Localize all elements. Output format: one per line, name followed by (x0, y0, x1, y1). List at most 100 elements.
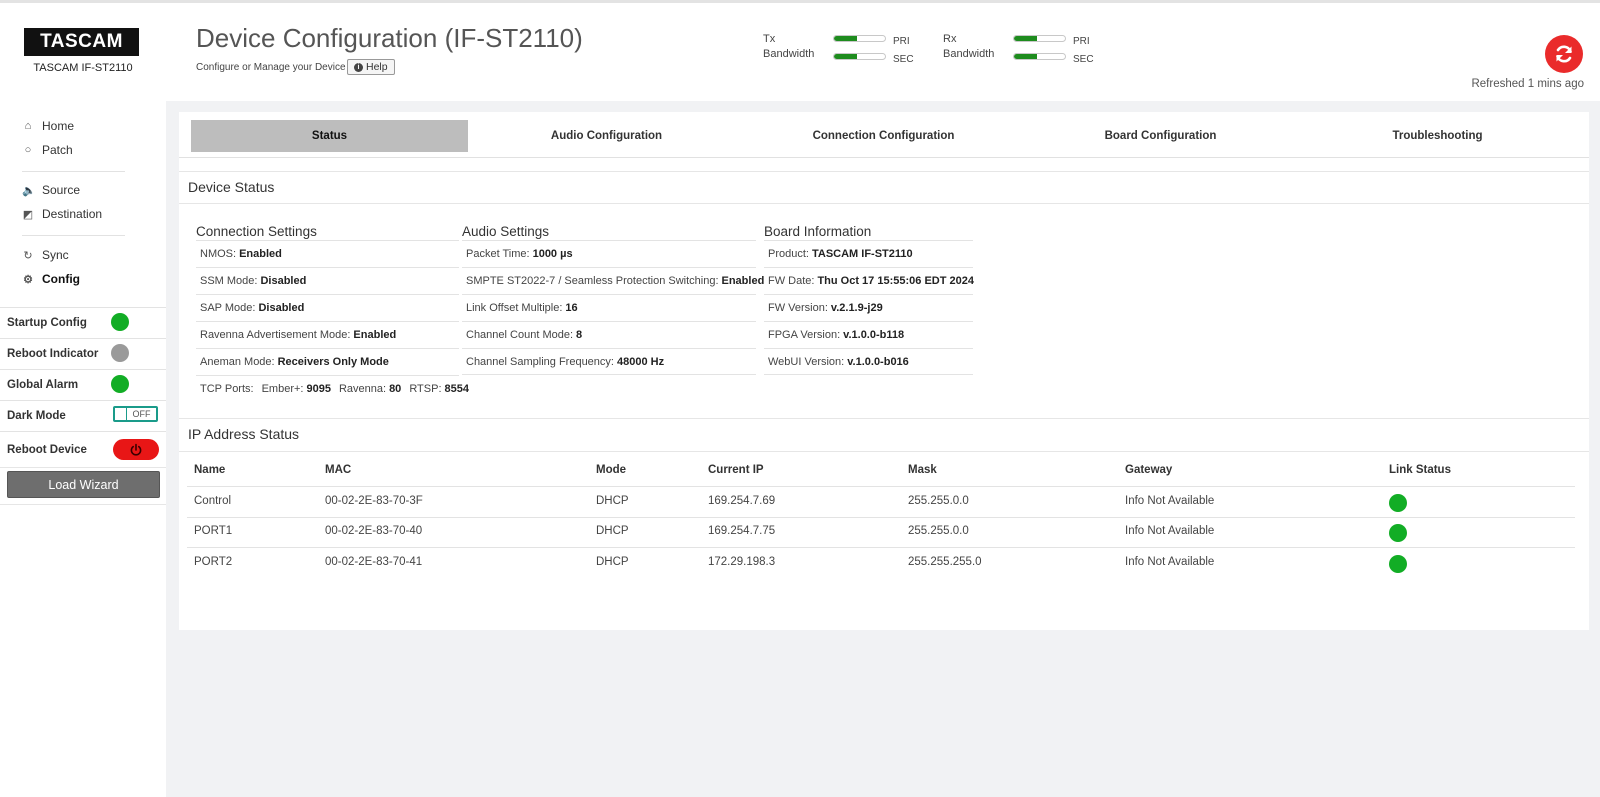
sidebar-divider (0, 504, 166, 505)
tx-label: Tx (763, 33, 776, 45)
smpte-label: SMPTE ST2022-7 / Seamless Protection Swi… (466, 275, 719, 287)
rx-bandwidth-label: Rx Bandwidth (943, 32, 994, 62)
sampling-frequency-setting: Channel Sampling Frequency: 48000 Hz (462, 348, 756, 375)
link-status-indicator (1389, 524, 1407, 542)
column-header-current-ip: Current IP (708, 464, 764, 476)
power-icon (130, 443, 142, 456)
column-header-gateway: Gateway (1125, 464, 1173, 476)
sap-label: SAP Mode: (200, 302, 256, 314)
cell-gateway: Info Not Available (1125, 525, 1215, 537)
gears-icon: ⚙ (23, 273, 33, 286)
smpte-setting: SMPTE ST2022-7 / Seamless Protection Swi… (462, 267, 764, 294)
connection-settings-title: Connection Settings (196, 224, 317, 239)
cell-current-ip: 169.254.7.75 (708, 525, 776, 537)
count-label: Channel Count Mode: (466, 329, 574, 341)
tab-status[interactable]: Status (191, 120, 468, 152)
tcp-ports-setting: TCP Ports: Ember+: 9095 Ravenna: 80 RTSP: 8… (196, 375, 469, 402)
sidebar-item-label: Sync (42, 248, 69, 262)
cell-mode: DHCP (596, 525, 629, 537)
ssm-value: Disabled (260, 275, 307, 287)
tx-pri-label: PRI (893, 36, 910, 47)
cell-name: PORT2 (194, 556, 233, 568)
tab-connection-configuration[interactable]: Connection Configuration (745, 120, 1022, 152)
ravenna-value: Enabled (353, 329, 397, 341)
packet-value: 1000 µs (532, 248, 573, 260)
ember-label: Ember+: (261, 383, 304, 395)
patch-icon: ○ (24, 144, 32, 156)
section-divider (179, 203, 1589, 204)
toggle-knob (115, 408, 127, 420)
sync-icon: ↻ (23, 249, 33, 262)
ssm-label: SSM Mode: (200, 275, 258, 287)
tab-troubleshooting[interactable]: Troubleshooting (1299, 120, 1576, 152)
ravenna-label: Ravenna Advertisement Mode: (200, 329, 351, 341)
refresh-button[interactable] (1545, 35, 1583, 73)
load-wizard-button[interactable]: Load Wizard (7, 471, 160, 498)
fw-date-info: FW Date: Thu Oct 17 15:55:06 EDT 2024 (764, 267, 974, 294)
column-header-link-status: Link Status (1389, 464, 1451, 476)
ravenna-port-label: Ravenna: (338, 383, 387, 395)
cell-mac: 00-02-2E-83-70-41 (325, 556, 423, 568)
cell-mask: 255.255.255.0 (908, 556, 982, 568)
sidebar-item-label: Config (42, 272, 80, 286)
sap-setting: SAP Mode: Disabled (196, 294, 459, 321)
sidebar-item-label: Home (42, 119, 75, 133)
dark-mode-label: Dark Mode (7, 410, 66, 422)
reboot-device-button[interactable] (113, 439, 159, 460)
reboot-indicator-row: Reboot Indicator (0, 338, 166, 369)
ravenna-setting: Ravenna Advertisement Mode: Enabled (196, 321, 459, 348)
channel-count-setting: Channel Count Mode: 8 (462, 321, 756, 348)
webui-value: v.1.0.0-b016 (847, 355, 909, 368)
sidebar-item-patch[interactable]: ○ Patch (22, 140, 73, 160)
cell-mac: 00-02-2E-83-70-40 (325, 525, 423, 537)
rx-label: Rx (943, 33, 957, 45)
rx-sec-bar (1013, 53, 1066, 60)
dark-mode-toggle[interactable]: OFF (113, 406, 158, 422)
refresh-icon (1556, 45, 1572, 63)
sidebar-item-destination[interactable]: ◩ Destination (22, 204, 102, 224)
aneman-setting: Aneman Mode: Receivers Only Mode (196, 348, 459, 375)
column-header-mode: Mode (596, 464, 627, 476)
fw-version-info: FW Version: v.2.1.9-j29 (764, 294, 973, 321)
ssm-setting: SSM Mode: Disabled (196, 267, 459, 294)
sap-value: Disabled (258, 302, 305, 314)
tab-audio-configuration[interactable]: Audio Configuration (468, 120, 745, 152)
link-offset-setting: Link Offset Multiple: 16 (462, 294, 756, 321)
help-button[interactable]: i Help (347, 59, 395, 75)
product-label: Product: (768, 248, 809, 260)
sidebar-item-source[interactable]: 🔈 Source (22, 180, 80, 200)
device-status-title: Device Status (188, 179, 275, 195)
audio-settings-title: Audio Settings (462, 224, 550, 239)
section-divider (179, 171, 1589, 172)
ember-value: 9095 (306, 383, 331, 395)
startup-config-label: Startup Config (7, 317, 87, 329)
column-header-mask: Mask (908, 464, 937, 476)
global-alarm-indicator (111, 375, 129, 393)
global-alarm-label: Global Alarm (7, 379, 79, 391)
column-header-mac: MAC (325, 464, 352, 476)
link-status-indicator (1389, 494, 1407, 512)
board-information-title: Board Information (764, 224, 872, 239)
sidebar-item-home[interactable]: ⌂ Home (22, 116, 74, 136)
nav-divider (22, 235, 125, 236)
rx-pri-label: PRI (1073, 36, 1090, 47)
cell-gateway: Info Not Available (1125, 495, 1215, 507)
fpga-value: v.1.0.0-b118 (843, 329, 905, 341)
refreshed-status: Refreshed 1 mins ago (1471, 78, 1584, 90)
link-status-indicator (1389, 555, 1407, 573)
sidebar-item-sync[interactable]: ↻ Sync (22, 245, 69, 265)
sidebar-item-config[interactable]: ⚙ Config (22, 269, 80, 289)
page-title: Device Configuration (IF-ST2110) (196, 23, 583, 53)
table-divider (187, 517, 1575, 518)
rtsp-value: 8554 (444, 383, 469, 395)
cell-current-ip: 172.29.198.3 (708, 556, 776, 568)
packet-time-setting: Packet Time: 1000 µs (462, 240, 756, 267)
product-value: TASCAM IF-ST2110 (811, 248, 913, 260)
table-divider (187, 547, 1575, 548)
fpga-label: FPGA Version: (768, 329, 841, 341)
info-icon: i (354, 62, 363, 72)
cell-mask: 255.255.0.0 (908, 525, 969, 537)
rtsp-label: RTSP: (409, 383, 442, 395)
tab-board-configuration[interactable]: Board Configuration (1022, 120, 1299, 152)
toggle-state: OFF (132, 409, 151, 419)
